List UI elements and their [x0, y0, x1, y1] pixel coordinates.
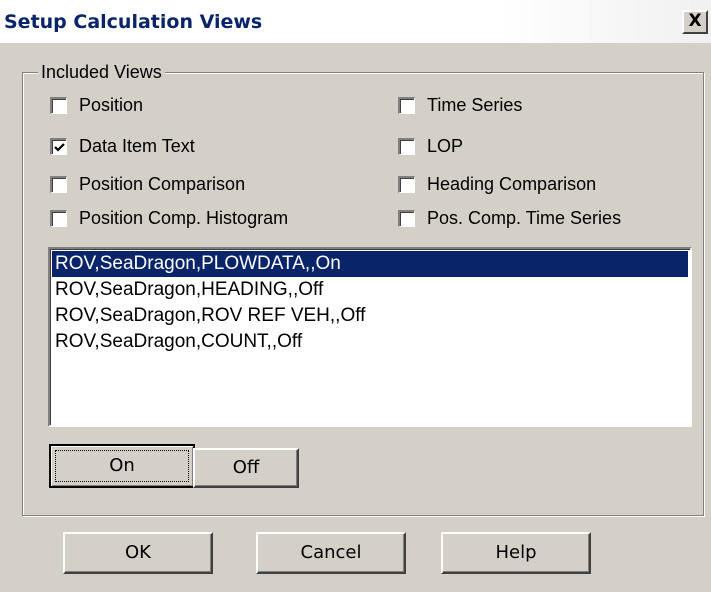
off-button-label: Off	[232, 457, 260, 478]
checkbox-position[interactable]: Position	[50, 94, 143, 116]
checkbox-label: Position Comparison	[79, 174, 246, 194]
checkbox-label: Data Item Text	[79, 136, 195, 156]
checkbox-lop[interactable]: LOP	[398, 135, 463, 157]
checkbox-time-series[interactable]: Time Series	[398, 94, 522, 116]
list-item[interactable]: ROV,SeaDragon,PLOWDATA,,On	[52, 251, 688, 277]
checkbox-label: Position	[79, 95, 144, 115]
checkbox-pos-comp-time-series[interactable]: Pos. Comp. Time Series	[398, 207, 621, 229]
checkbox-box	[398, 209, 415, 227]
help-button[interactable]: Help	[441, 532, 591, 574]
checkbox-box	[50, 175, 67, 193]
checkbox-box	[398, 96, 415, 114]
checkbox-position-comparison[interactable]: Position Comparison	[50, 173, 245, 195]
checkbox-label: Position Comp. Histogram	[79, 208, 289, 228]
off-button[interactable]: Off	[193, 448, 299, 488]
checkbox-label: Time Series	[427, 95, 523, 115]
checkbox-box	[398, 137, 415, 155]
checkbox-label: Pos. Comp. Time Series	[427, 208, 622, 228]
included-views-legend: Included Views	[38, 61, 165, 83]
dialog-title: Setup Calculation Views	[4, 11, 263, 33]
close-icon: X	[688, 11, 702, 31]
checkbox-data-item-text[interactable]: Data Item Text	[50, 135, 195, 157]
list-item[interactable]: ROV,SeaDragon,ROV REF VEH,,Off	[52, 303, 688, 329]
checkbox-label: Heading Comparison	[427, 174, 597, 194]
on-button-label: On	[109, 455, 135, 476]
checkbox-heading-comparison[interactable]: Heading Comparison	[398, 173, 596, 195]
data-items-listbox[interactable]: ROV,SeaDragon,PLOWDATA,,On ROV,SeaDragon…	[48, 247, 692, 427]
checkbox-box	[50, 209, 67, 227]
setup-calculation-views-dialog: Setup Calculation Views X Included Views…	[0, 0, 711, 592]
list-item[interactable]: ROV,SeaDragon,HEADING,,Off	[52, 277, 688, 303]
on-button[interactable]: On	[49, 444, 195, 488]
cancel-button-label: Cancel	[300, 542, 362, 563]
checkbox-box	[50, 96, 67, 114]
cancel-button[interactable]: Cancel	[256, 532, 406, 574]
close-button[interactable]: X	[682, 10, 708, 34]
checkbox-position-comp-histogram[interactable]: Position Comp. Histogram	[50, 207, 288, 229]
checkbox-box	[398, 175, 415, 193]
ok-button-label: OK	[125, 542, 151, 563]
checkmark-icon	[54, 142, 65, 152]
ok-button[interactable]: OK	[63, 532, 213, 574]
checkbox-box	[50, 137, 67, 155]
title-bar[interactable]: Setup Calculation Views X	[0, 0, 711, 44]
help-button-label: Help	[495, 542, 537, 563]
checkbox-label: LOP	[427, 136, 464, 156]
list-item[interactable]: ROV,SeaDragon,COUNT,,Off	[52, 329, 688, 355]
